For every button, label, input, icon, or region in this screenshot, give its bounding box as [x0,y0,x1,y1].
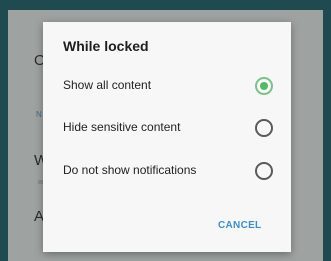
option-label: Do not show notifications [63,163,197,177]
dialog-title: While locked [63,38,149,54]
cancel-button[interactable]: CANCEL [218,220,261,231]
radio-button[interactable] [255,162,273,180]
option-do-not-show-notifications[interactable]: Do not show notifications [43,152,291,190]
while-locked-dialog: While locked Show all content Hide sensi… [43,22,291,252]
option-hide-sensitive-content[interactable]: Hide sensitive content [43,109,291,147]
option-label: Show all content [63,78,152,92]
status-strip [0,0,331,10]
background-section-label: N [36,110,42,119]
radio-button[interactable] [255,77,273,95]
option-show-all-content[interactable]: Show all content [43,67,291,105]
radio-button[interactable] [255,119,273,137]
option-label: Hide sensitive content [63,120,181,134]
